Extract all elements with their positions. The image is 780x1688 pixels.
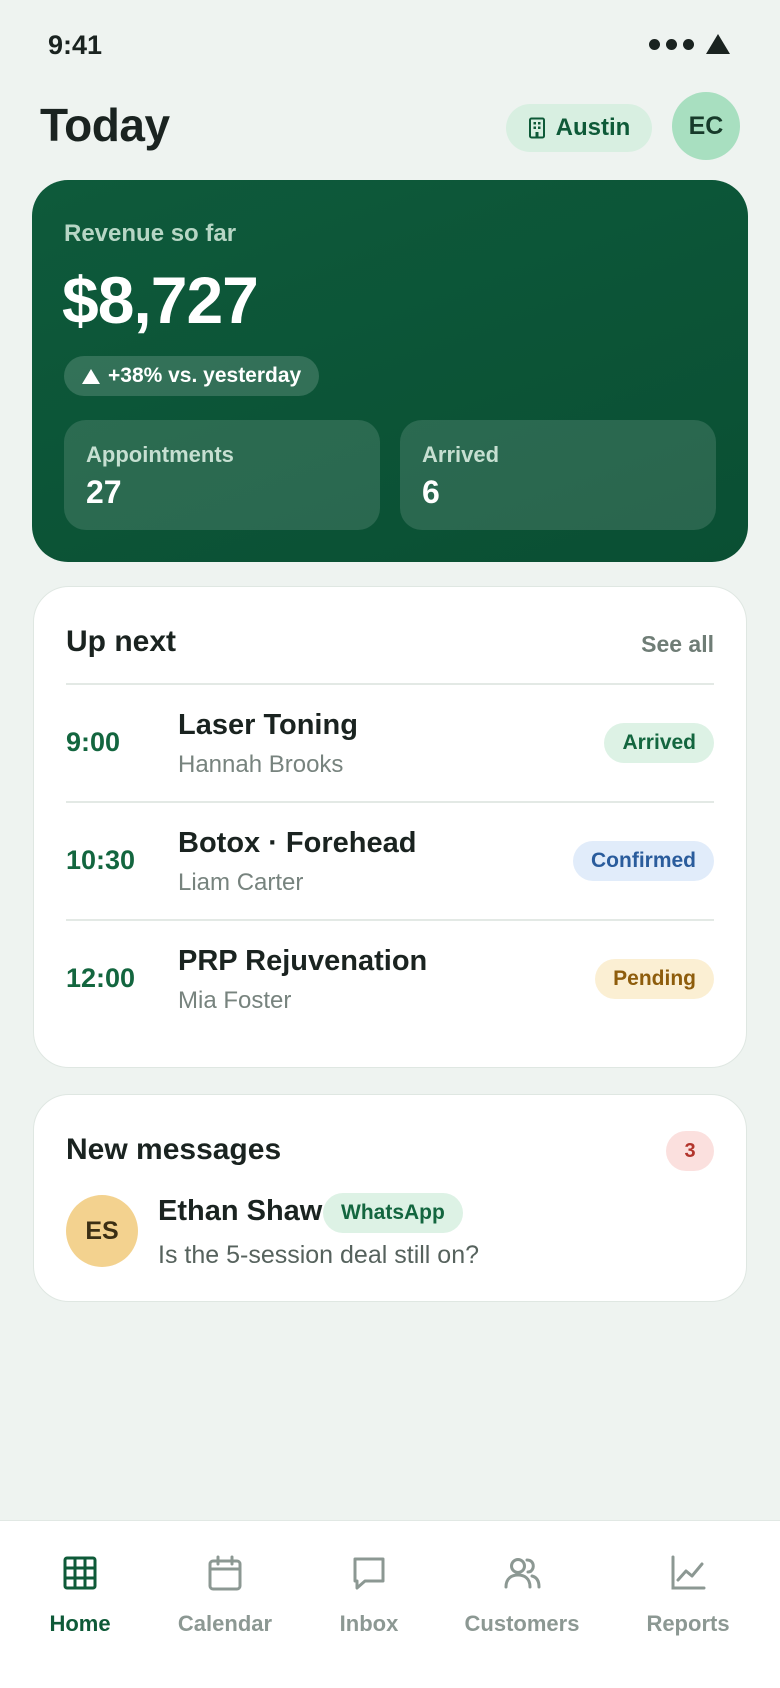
tab-label: Inbox <box>339 1611 399 1636</box>
revenue-delta-badge: +38% vs. yesterday <box>64 356 320 396</box>
chart-icon <box>671 1555 706 1590</box>
building-icon <box>528 117 545 139</box>
users-icon <box>504 1558 541 1589</box>
appointment-service: PRP Rejuvenation <box>178 945 428 977</box>
grid-icon <box>63 1556 97 1590</box>
trend-up-icon <box>82 368 100 384</box>
tab-label: Customers <box>464 1611 580 1636</box>
appointment-client: Mia Foster <box>178 987 292 1014</box>
calendar-icon <box>208 1555 242 1591</box>
tab-label: Reports <box>646 1611 730 1636</box>
new-messages-card: New messages 3 ES Ethan Shaw WhatsApp Is… <box>33 1094 747 1302</box>
location-switcher[interactable]: Austin <box>506 104 652 152</box>
message-sender: Ethan Shaw <box>158 1195 323 1227</box>
appointment-service: Botox · Forehead <box>178 827 417 859</box>
bottom-tab-bar: Home Calendar Inbox Customers Reports <box>0 1520 780 1688</box>
status-bar: 9:41 <box>0 0 780 90</box>
signal-dot-icon <box>649 38 660 50</box>
stat-label: Appointments <box>86 442 234 467</box>
revenue-value: $8,727 <box>62 263 259 337</box>
appointment-time: 12:00 <box>66 963 136 993</box>
tab-calendar[interactable]: Calendar <box>155 1553 295 1663</box>
tab-label: Home <box>49 1611 111 1636</box>
status-badge: Pending <box>595 959 714 999</box>
appointment-service: Laser Toning <box>178 709 358 741</box>
appointment-time: 9:00 <box>66 727 121 757</box>
stat-value: 27 <box>86 474 122 510</box>
appointment-client: Hannah Brooks <box>178 751 344 778</box>
revenue-delta-text: +38% vs. yesterday <box>108 364 302 387</box>
see-all-link[interactable]: See all <box>641 631 714 658</box>
wifi-icon <box>706 34 730 54</box>
status-badge: Confirmed <box>573 841 714 881</box>
status-icons <box>649 34 730 54</box>
unread-count-badge: 3 <box>666 1131 714 1171</box>
location-label: Austin <box>555 114 631 141</box>
appointment-row[interactable]: 12:00 PRP Rejuvenation Mia Foster Pendin… <box>66 919 714 1037</box>
avatar: ES <box>66 1195 138 1267</box>
tab-label: Calendar <box>177 1611 273 1636</box>
stat-value: 6 <box>422 474 440 510</box>
revenue-label: Revenue so far <box>64 220 237 247</box>
tab-home[interactable]: Home <box>10 1553 150 1663</box>
status-badge: Arrived <box>604 723 714 763</box>
tab-inbox[interactable]: Inbox <box>299 1553 439 1663</box>
tab-customers[interactable]: Customers <box>452 1553 592 1663</box>
stat-label: Arrived <box>422 442 500 467</box>
appointment-client: Liam Carter <box>178 869 304 896</box>
page-title: Today <box>40 99 170 151</box>
user-avatar[interactable]: EC <box>672 92 740 160</box>
status-time: 9:41 <box>48 30 103 60</box>
signal-dot-icon <box>666 38 677 50</box>
appointment-time: 10:30 <box>66 845 136 875</box>
appointment-row[interactable]: 9:00 Laser Toning Hannah Brooks Arrived <box>66 683 714 801</box>
chat-bubble-icon <box>353 1557 385 1590</box>
up-next-card: Up next See all 9:00 Laser Toning Hannah… <box>33 586 747 1068</box>
stat-arrived[interactable]: Arrived 6 <box>400 420 716 530</box>
stat-appointments[interactable]: Appointments 27 <box>64 420 380 530</box>
tab-reports[interactable]: Reports <box>618 1553 758 1663</box>
messages-title: New messages <box>66 1133 282 1166</box>
channel-badge: WhatsApp <box>323 1193 463 1233</box>
message-preview: Is the 5-session deal still on? <box>158 1241 480 1269</box>
up-next-title: Up next <box>66 625 177 658</box>
signal-dot-icon <box>683 38 694 50</box>
revenue-card[interactable]: Revenue so far $8,727 +38% vs. yesterday… <box>32 180 748 562</box>
appointment-row[interactable]: 10:30 Botox · Forehead Liam Carter Confi… <box>66 801 714 919</box>
